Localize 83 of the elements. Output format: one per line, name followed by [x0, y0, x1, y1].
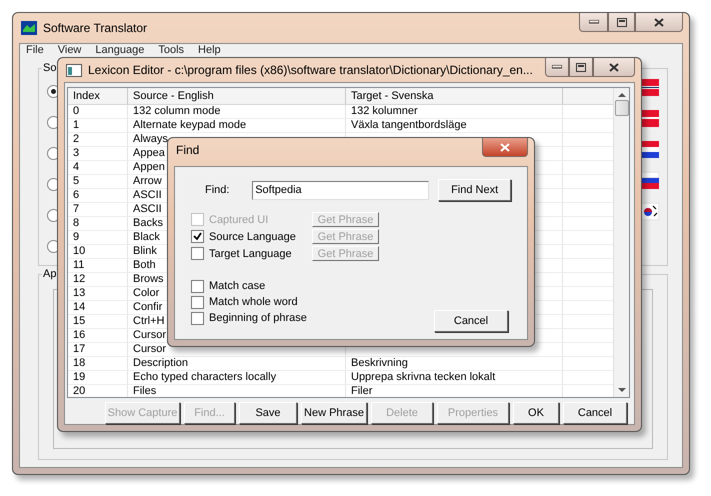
table-cell: 19 — [68, 371, 128, 384]
table-cell: 9 — [68, 231, 128, 244]
window-title: Software Translator — [43, 21, 148, 35]
close-button[interactable] — [635, 13, 683, 32]
table-cell: Upprepa skrivna tecken lokalt — [346, 371, 563, 384]
column-header[interactable]: Target - Svenska — [346, 88, 563, 104]
table-cell: Alternate keypad mode — [128, 119, 346, 132]
find-next-button[interactable]: Find Next — [438, 179, 512, 201]
minimize-button[interactable] — [545, 58, 569, 77]
minimize-button[interactable] — [579, 13, 608, 32]
maximize-button[interactable] — [569, 58, 593, 77]
column-header[interactable]: Index — [68, 88, 128, 104]
table-cell: 7 — [68, 203, 128, 216]
maximize-icon — [576, 62, 586, 72]
table-cell: 5 — [68, 175, 128, 188]
flag-icon — [641, 141, 659, 158]
table-cell: 132 column mode — [128, 105, 346, 118]
maximize-icon — [616, 18, 626, 26]
table-cell: 0 — [68, 105, 128, 118]
group-label: Ap — [42, 268, 58, 281]
close-icon — [654, 18, 664, 26]
table-cell: Files — [128, 385, 346, 397]
table-cell: 18 — [68, 357, 128, 370]
table-cell: 11 — [68, 259, 128, 272]
scrollbar[interactable] — [613, 88, 629, 397]
flag-icon — [641, 172, 659, 189]
table-cell: Filer — [346, 385, 563, 397]
flag-icon — [641, 110, 659, 127]
close-button[interactable] — [482, 138, 528, 157]
flag-icon — [641, 79, 659, 96]
checkbox-label: Source Language — [209, 230, 297, 242]
cancel-button[interactable]: Cancel — [434, 310, 508, 332]
table-cell: 10 — [68, 245, 128, 258]
checkbox[interactable] — [191, 230, 204, 243]
table-cell: Echo typed characters locally — [128, 371, 346, 384]
dialog-button[interactable]: Save — [239, 402, 297, 424]
close-icon — [500, 142, 510, 152]
minimize-icon — [552, 65, 562, 69]
table-cell: Description — [128, 357, 346, 370]
close-icon — [609, 62, 619, 72]
scroll-down-icon — [618, 387, 626, 393]
dialog-button[interactable]: Cancel — [563, 402, 627, 424]
window-title: Lexicon Editor - c:\program files (x86)\software translator\Dictionary\Dictionary_en... — [88, 63, 533, 77]
checkbox[interactable] — [191, 280, 204, 292]
flag-icon — [641, 203, 659, 220]
checkbox[interactable] — [191, 296, 204, 308]
minimize-icon — [588, 20, 598, 24]
find-field[interactable]: Softpedia — [252, 180, 430, 200]
checkbox[interactable] — [191, 312, 204, 324]
table-cell: 15 — [68, 315, 128, 328]
app-icon — [21, 21, 37, 35]
table-cell: 12 — [68, 273, 128, 286]
table-cell: 4 — [68, 161, 128, 174]
dialog-button[interactable]: OK — [513, 402, 559, 424]
table-cell: 1 — [68, 119, 128, 132]
checkbox-label: Beginning of phrase — [209, 312, 307, 324]
table-cell: 2 — [68, 133, 128, 146]
table-cell: 3 — [68, 147, 128, 160]
menu-item[interactable]: Tools — [158, 44, 184, 57]
menu-item[interactable]: Help — [198, 44, 221, 57]
table-cell: 8 — [68, 217, 128, 230]
table-cell: 13 — [68, 287, 128, 300]
window-icon — [66, 64, 82, 76]
table-cell: 14 — [68, 301, 128, 314]
column-header[interactable]: Source - English — [128, 88, 346, 104]
dialog-button[interactable]: New Phrase — [301, 402, 367, 424]
table-cell: 132 kolumner — [346, 105, 563, 118]
maximize-button[interactable] — [608, 13, 635, 32]
close-button[interactable] — [593, 58, 635, 77]
table-cell: Beskrivning — [346, 357, 563, 370]
menu-item[interactable]: View — [58, 44, 82, 57]
table-cell: 6 — [68, 189, 128, 202]
table-cell: 20 — [68, 385, 128, 397]
table-cell: 17 — [68, 343, 128, 356]
scroll-up-icon — [618, 92, 626, 98]
checkbox[interactable] — [191, 247, 204, 260]
checkbox-label: Target Language — [209, 248, 293, 260]
table-cell: Växla tangentbordsläge — [346, 119, 563, 132]
table-cell: 16 — [68, 329, 128, 342]
scrollbar-thumb[interactable] — [614, 100, 628, 116]
menu-item[interactable]: Language — [95, 44, 144, 57]
menu-item[interactable]: File — [26, 44, 44, 57]
check-icon — [193, 232, 202, 241]
